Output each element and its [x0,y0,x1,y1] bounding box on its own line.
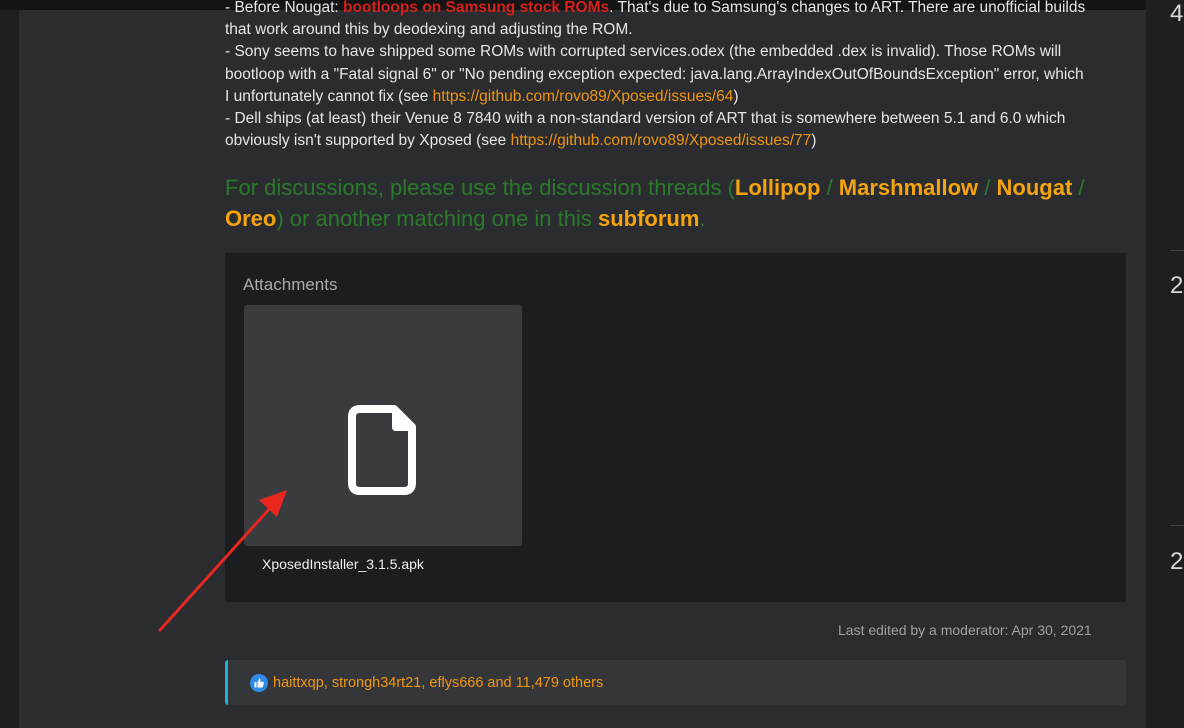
right-count-2: 2 [1170,272,1184,299]
like-icon [250,674,268,692]
nougat-link[interactable]: Nougat [997,175,1073,200]
reactions-bar[interactable]: haittxqp, strongh34rt21, eflys666 and 11… [225,660,1126,705]
post-line: I unfortunately cannot fix (see https://… [225,87,739,105]
issue-64-link[interactable]: https://github.com/rovo89/Xposed/issues/… [433,88,734,105]
post-line: - Before Nougat: bootloops on Samsung st… [225,0,1086,16]
post-line: - Dell ships (at least) their Venue 8 78… [225,110,1066,128]
post-line: obviously isn't supported by Xposed (see… [225,132,817,150]
post-line: that work around this by deodexing and a… [225,21,633,39]
attachment-filename-bar[interactable]: XposedInstaller_3.1.5.apk [244,546,522,586]
attachment-card[interactable]: XposedInstaller_3.1.5.apk [244,305,522,586]
discussion-note: For discussions, please use the discussi… [225,175,1085,231]
right-separator [1170,250,1184,251]
post-line: - Sony seems to have shipped some ROMs w… [225,43,1062,61]
right-column: 4 2 2 [1146,0,1184,728]
marshmallow-link[interactable]: Marshmallow [839,175,978,200]
attachments-box: Attachments XposedInstaller_3.1.5.apk [225,253,1126,602]
subforum-link[interactable]: subforum [598,206,699,231]
attachments-title: Attachments [243,275,338,294]
right-count-1: 4 [1170,0,1184,27]
samsung-warning: bootloops on Samsung stock ROMs [343,0,610,16]
last-edited: Last edited by a moderator: Apr 30, 2021 [838,622,1092,638]
right-separator [1170,525,1184,526]
lollipop-link[interactable]: Lollipop [735,175,821,200]
oreo-link[interactable]: Oreo [225,206,276,231]
post-user-panel [19,10,207,728]
attachment-thumbnail[interactable] [244,305,522,546]
post-text: - Before Nougat: bootloops on Samsung st… [225,0,1130,152]
reactions-list[interactable]: haittxqp, strongh34rt21, eflys666 and 11… [273,675,603,691]
file-icon [348,405,416,495]
right-count-3: 2 [1170,548,1184,575]
issue-77-link[interactable]: https://github.com/rovo89/Xposed/issues/… [511,132,812,149]
post-line: bootloop with a "Fatal signal 6" or "No … [225,65,1084,83]
attachment-filename[interactable]: XposedInstaller_3.1.5.apk [262,556,424,572]
